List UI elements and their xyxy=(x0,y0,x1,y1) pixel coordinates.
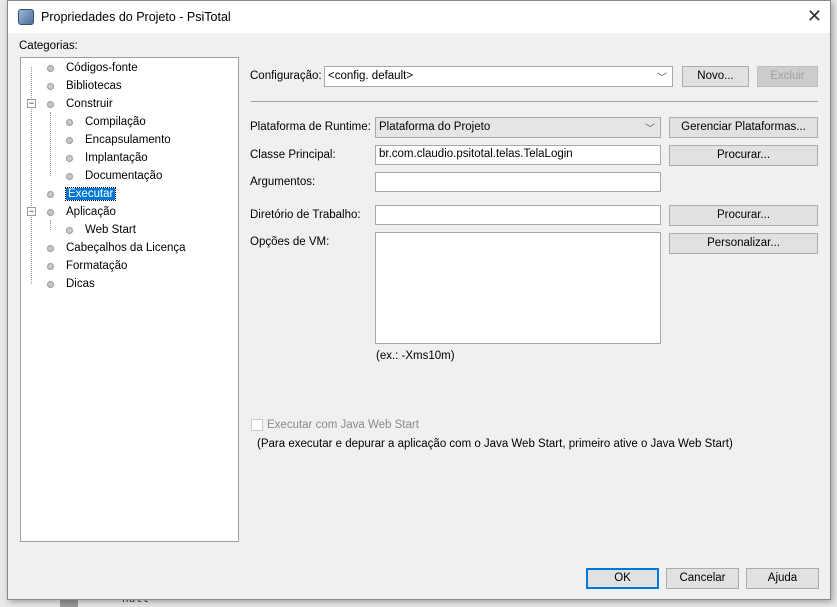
arguments-input[interactable] xyxy=(375,172,661,192)
categories-tree[interactable]: − − Códigos-fonte Bibliotecas Construir … xyxy=(20,57,239,542)
configuration-select[interactable]: <config. default> ﹀ xyxy=(324,66,673,87)
tree-item-implantacao[interactable]: Implantação xyxy=(66,149,148,167)
categories-label: Categorias: xyxy=(19,40,78,52)
vm-options-hint: (ex.: -Xms10m) xyxy=(376,350,455,362)
tree-item-label: Executar xyxy=(64,187,117,201)
tree-item-executar[interactable]: Executar xyxy=(47,185,117,203)
tree-item-label: Bibliotecas xyxy=(66,80,122,92)
tree-item-web-start[interactable]: Web Start xyxy=(66,221,136,239)
runtime-value: Plataforma do Projeto xyxy=(379,121,491,133)
new-config-button[interactable]: Novo... xyxy=(682,66,749,87)
working-dir-input[interactable] xyxy=(375,205,661,225)
node-icon xyxy=(47,100,54,108)
node-icon xyxy=(66,226,73,234)
webstart-checkbox-label: Executar com Java Web Start xyxy=(267,419,419,431)
tree-item-bibliotecas[interactable]: Bibliotecas xyxy=(47,77,122,95)
divider xyxy=(251,101,818,102)
ok-button[interactable]: OK xyxy=(586,568,659,589)
project-cube-icon xyxy=(18,9,34,25)
main-class-input[interactable]: br.com.claudio.psitotal.telas.TelaLogin xyxy=(375,145,661,165)
configuration-value: <config. default> xyxy=(328,70,414,82)
tree-item-aplicacao[interactable]: Aplicação xyxy=(47,203,116,221)
tree-item-codigos-fonte[interactable]: Códigos-fonte xyxy=(47,59,138,77)
browse-main-class-button[interactable]: Procurar... xyxy=(669,145,818,166)
node-icon xyxy=(66,154,73,162)
manage-platforms-button[interactable]: Gerenciar Plataformas... xyxy=(669,117,818,138)
tree-line xyxy=(50,112,51,176)
collapse-icon[interactable]: − xyxy=(27,99,36,108)
tree-item-label: Dicas xyxy=(66,278,95,290)
node-icon xyxy=(66,172,73,180)
node-icon xyxy=(66,118,73,126)
tree-item-label: Implantação xyxy=(85,152,148,164)
tree-item-label: Web Start xyxy=(85,224,136,236)
node-icon xyxy=(47,208,54,216)
arguments-label: Argumentos: xyxy=(250,176,316,188)
tree-item-documentacao[interactable]: Documentação xyxy=(66,167,162,185)
tree-item-label: Encapsulamento xyxy=(85,134,171,146)
node-icon xyxy=(47,64,54,72)
tree-line xyxy=(50,220,51,230)
node-icon xyxy=(47,280,54,288)
chevron-down-icon: ﹀ xyxy=(645,124,655,135)
tree-item-label: Aplicação xyxy=(66,206,116,218)
working-dir-label: Diretório de Trabalho: xyxy=(250,209,361,221)
webstart-note: (Para executar e depurar a aplicação com… xyxy=(257,438,733,450)
tree-item-compilacao[interactable]: Compilação xyxy=(66,113,146,131)
tree-item-cabecalhos[interactable]: Cabeçalhos da Licença xyxy=(47,239,186,257)
tree-item-construir[interactable]: Construir xyxy=(47,95,113,113)
chevron-down-icon: ﹀ xyxy=(657,73,667,84)
project-properties-dialog: Propriedades do Projeto - PsiTotal ✕ Cat… xyxy=(7,0,831,600)
tree-item-label: Cabeçalhos da Licença xyxy=(66,242,186,254)
tree-item-dicas[interactable]: Dicas xyxy=(47,275,95,293)
node-icon xyxy=(66,136,73,144)
collapse-icon[interactable]: − xyxy=(27,207,36,216)
window-title: Propriedades do Projeto - PsiTotal xyxy=(41,10,231,24)
customize-vm-button[interactable]: Personalizar... xyxy=(669,233,818,254)
tree-item-label: Formatação xyxy=(66,260,128,272)
help-button[interactable]: Ajuda xyxy=(746,568,819,589)
tree-item-label: Construir xyxy=(66,98,113,110)
webstart-checkbox[interactable] xyxy=(251,419,263,431)
configuration-label: Configuração: xyxy=(250,70,322,82)
vm-options-label: Opções de VM: xyxy=(250,236,330,248)
node-icon xyxy=(47,82,54,90)
node-icon xyxy=(47,190,54,198)
tree-item-label: Documentação xyxy=(85,170,163,182)
node-icon xyxy=(47,262,54,270)
tree-item-formatacao[interactable]: Formatação xyxy=(47,257,127,275)
close-button[interactable]: ✕ xyxy=(807,6,822,27)
main-class-label: Classe Principal: xyxy=(250,149,336,161)
tree-item-label: Compilação xyxy=(85,116,146,128)
runtime-platform-select[interactable]: Plataforma do Projeto ﹀ xyxy=(375,117,661,138)
tree-item-encapsulamento[interactable]: Encapsulamento xyxy=(66,131,171,149)
tree-item-label: Códigos-fonte xyxy=(66,62,138,74)
vm-options-textarea[interactable] xyxy=(375,232,661,344)
node-icon xyxy=(47,244,54,252)
title-bar[interactable]: Propriedades do Projeto - PsiTotal xyxy=(8,1,830,33)
delete-config-button[interactable]: Excluir xyxy=(757,66,818,87)
browse-working-dir-button[interactable]: Procurar... xyxy=(669,205,818,226)
runtime-label: Plataforma de Runtime: xyxy=(250,121,371,133)
cancel-button[interactable]: Cancelar xyxy=(666,568,739,589)
